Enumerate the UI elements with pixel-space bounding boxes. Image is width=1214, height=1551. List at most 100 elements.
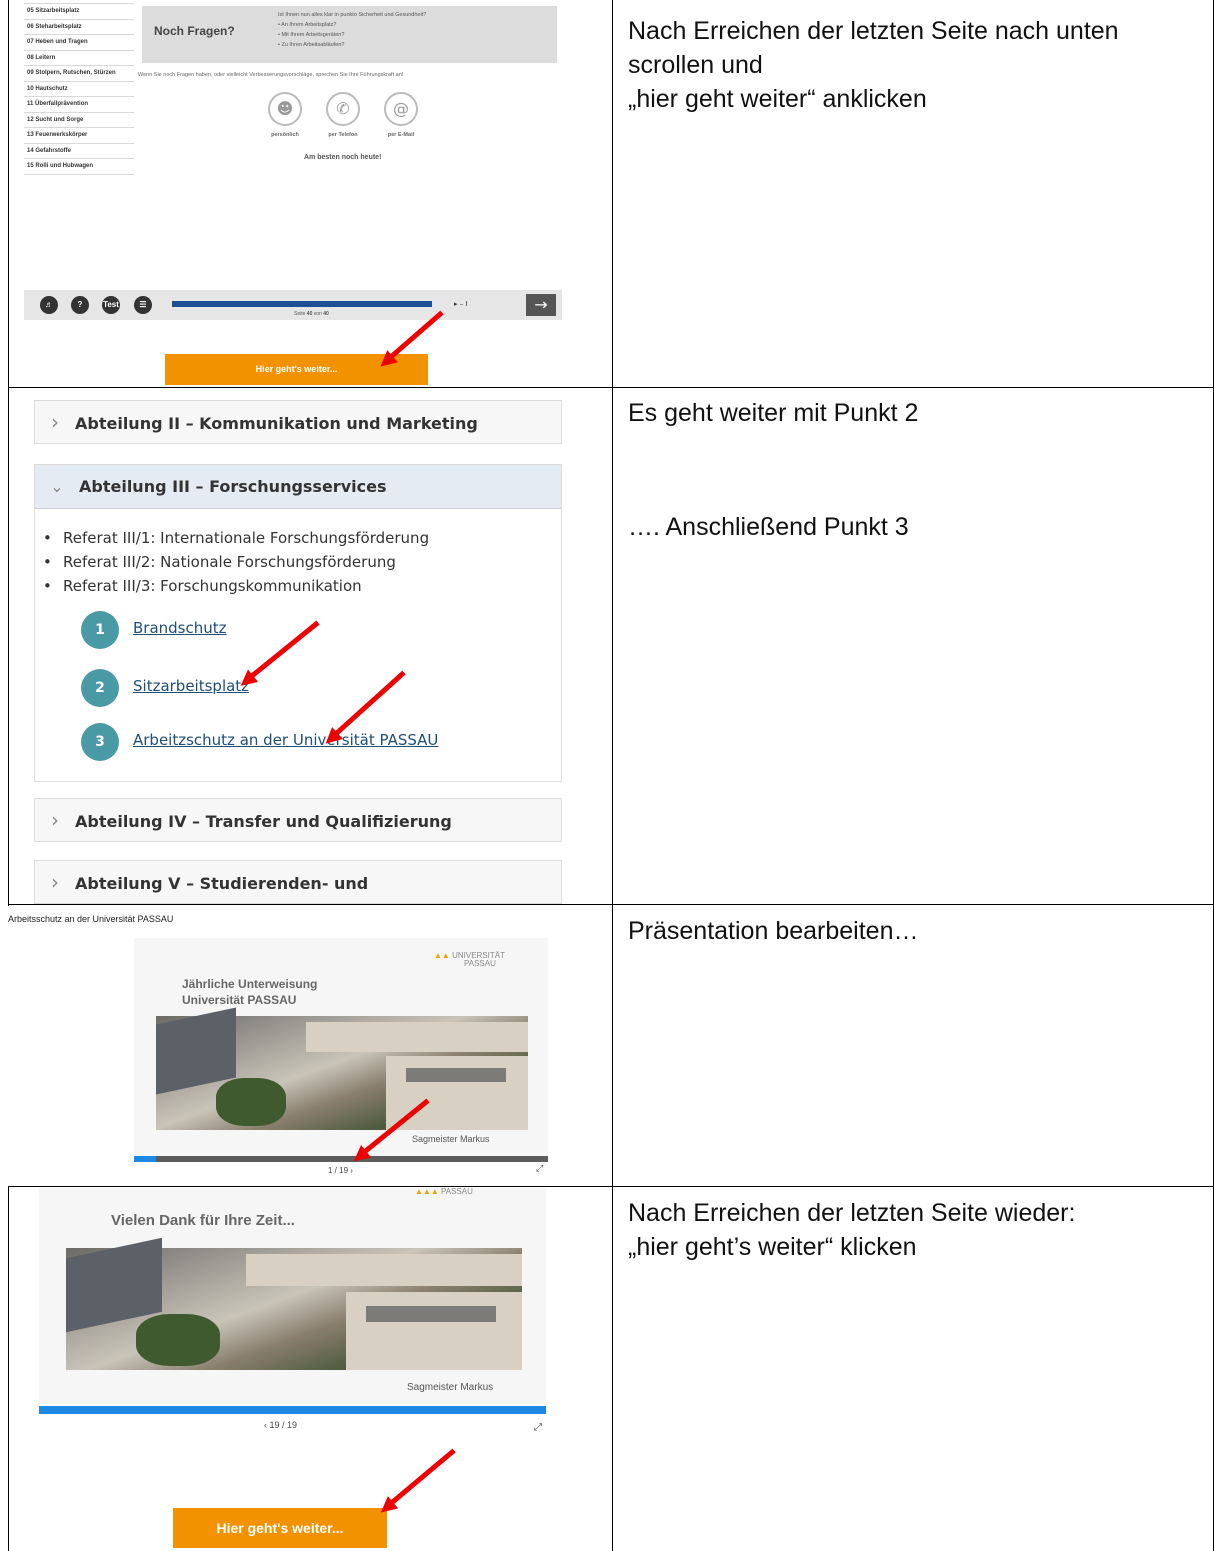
note-line: „hier geht weiter“ anklicken [628, 85, 927, 113]
row-divider-3 [8, 1186, 1214, 1187]
question-line: Ist Ihnen nun alles klar in punkto Siche… [278, 12, 427, 18]
play-icon[interactable]: ▸ – I [454, 300, 468, 308]
slide: ▲▲▲ PASSAU Vielen Dank für Ihre Zeit... … [39, 1188, 546, 1404]
chapter-nav: 05 Sitzarbeitsplatz 06 Steharbeitsplatz … [24, 0, 134, 210]
contact-paragraph: Wenn Sie noch Fragen haben, oder viellei… [138, 72, 404, 78]
step-link-arbeitsschutz[interactable]: Arbeitzschutz an der Universität PASSAU [133, 731, 438, 749]
person-icon: ☻ [268, 92, 302, 126]
author-name: Sagmeister Markus [407, 1382, 494, 1393]
chapter-nav-item[interactable]: 14 Gefahrstoffe [24, 144, 134, 159]
slide-title: Vielen Dank für Ihre Zeit... [111, 1212, 295, 1229]
accordion-label: Abteilung III – Forschungsservices [79, 477, 387, 496]
page-indicator: Seite 40 von 40 [294, 311, 329, 317]
accordion-abteilung-2[interactable]: › Abteilung II – Kommunikation und Market… [34, 400, 562, 444]
question-line: • An Ihrem Arbeitsplatz? [278, 22, 337, 28]
instruction-note-1: Nach Erreichen der letzten Seite nach un… [628, 14, 1188, 116]
questions-list: Ist Ihnen nun alles klar in punkto Siche… [278, 10, 426, 50]
campus-photo [66, 1237, 522, 1370]
chapter-nav-item[interactable]: 10 Hautschutz [24, 82, 134, 97]
instruction-note-3: Präsentation bearbeiten… [628, 917, 919, 945]
step-number: 3 [81, 723, 119, 761]
slide: ▲▲ UNIVERSITÄT PASSAU Jährliche Unterweis… [134, 938, 548, 1156]
note-line: scrollen und [628, 51, 763, 79]
slide-title: Jährliche Unterweisung Universität PASSAU [182, 976, 317, 1008]
screenshot-presentation-end: ▲▲▲ PASSAU Vielen Dank für Ihre Zeit... … [24, 1188, 562, 1550]
note-line: „hier geht’s weiter“ klicken [628, 1233, 917, 1261]
chapter-nav-item[interactable]: 08 Leitern [24, 51, 134, 66]
chapter-nav-item[interactable]: 05 Sitzarbeitsplatz [24, 4, 134, 20]
step-number: 1 [81, 611, 119, 649]
page-total: 40 [323, 311, 329, 317]
instruction-note-2b: …. Anschließend Punkt 3 [628, 513, 909, 541]
chevron-right-icon: › [51, 870, 59, 894]
chapter-nav-item[interactable]: 06 Steharbeitsplatz [24, 20, 134, 35]
campus-photo [156, 1007, 528, 1130]
step-number: 2 [81, 669, 119, 707]
course-progress-bar [172, 301, 432, 307]
questions-box: Noch Fragen? Ist Ihnen nun alles klar in… [142, 6, 557, 63]
step-link-brandschutz[interactable]: Brandschutz [133, 619, 227, 637]
contact-label: per E-Mail [387, 132, 415, 138]
questions-heading: Noch Fragen? [154, 24, 235, 38]
question-line: • Zu Ihren Arbeitsabläufen? [278, 42, 345, 48]
accordion-label: Abteilung IV – Transfer und Qualifizieru… [75, 812, 452, 831]
slide-progress-fill [134, 1156, 156, 1162]
chapter-nav-item[interactable]: 15 Rolli und Hubwagen [24, 159, 134, 175]
fullscreen-icon[interactable]: ⤢ [536, 1164, 543, 1174]
accordion-abteilung-3: ⌄ Abteilung III – Forschungsservices Refe… [34, 464, 562, 782]
accordion-header-open[interactable]: ⌄ Abteilung III – Forschungsservices [35, 465, 561, 509]
chapter-nav-item[interactable]: 13 Feuerwerkskörper [24, 128, 134, 144]
instruction-note-4: Nach Erreichen der letzten Seite wieder:… [628, 1196, 1188, 1264]
chapter-nav-item[interactable]: 07 Heben und Tragen [24, 35, 134, 51]
slide-counter[interactable]: 1 / 19 › [328, 1166, 353, 1175]
referat-item: Referat III/2: Nationale Forschungsförde… [43, 553, 396, 571]
presentation-title: Arbeitsschutz an der Universität PASSAU [8, 914, 174, 924]
chapter-nav-item[interactable]: 11 Überfallprävention [24, 97, 134, 113]
accordion-abteilung-5[interactable]: › Abteilung V – Studierenden- und Rechtsa… [34, 860, 562, 904]
instruction-note-2a: Es geht weiter mit Punkt 2 [628, 399, 919, 427]
continue-button[interactable]: Hier geht's weiter... [173, 1508, 387, 1548]
help-icon[interactable]: ? [71, 296, 89, 314]
question-line: • Mit Ihrem Arbeitsgeräten? [278, 32, 345, 38]
accordion-label: Abteilung V – Studierenden- und Rechtsan… [75, 874, 369, 893]
university-logo: ▲▲ UNIVERSITÄT PASSAU [434, 951, 505, 968]
fullscreen-icon[interactable]: ⤢ [534, 1422, 542, 1433]
chapter-nav-item[interactable]: 09 Stolpern, Rutschen, Stürzen [24, 66, 134, 82]
closing-text: Am besten noch heute! [304, 154, 382, 161]
slide-progress-fill[interactable] [39, 1406, 546, 1414]
note-line: Nach Erreichen der letzten Seite wieder: [628, 1199, 1076, 1227]
logo-text: PASSAU [464, 959, 496, 968]
screenshot-accordion: › Abteilung II – Kommunikation und Market… [24, 388, 562, 904]
document-page: 05 Sitzarbeitsplatz 06 Steharbeitsplatz … [8, 0, 1214, 1551]
contact-label: per Telefon [328, 132, 358, 138]
step-link-sitzarbeitsplatz[interactable]: Sitzarbeitsplatz [133, 677, 249, 695]
logo-text: PASSAU [441, 1188, 473, 1196]
referat-item: Referat III/3: Forschungskommunikation [43, 577, 362, 595]
slide-counter[interactable]: ‹ 19 / 19 [264, 1420, 297, 1430]
chevron-down-icon: ⌄ [50, 477, 64, 496]
row-divider-2 [8, 904, 1214, 905]
email-icon: @ [384, 92, 418, 126]
slide-progress-track[interactable] [134, 1156, 548, 1162]
contact-label: persönlich [271, 132, 299, 138]
phone-icon: ✆ [326, 92, 360, 126]
accordion-abteilung-4[interactable]: › Abteilung IV – Transfer und Qualifizier… [34, 798, 562, 842]
screenshot-presentation-start: Arbeitsschutz an der Universität PASSAU … [8, 906, 568, 1186]
slide-title-line: Universität PASSAU [182, 993, 297, 1007]
chevron-right-icon: › [51, 410, 59, 434]
accordion-label: Abteilung II – Kommunikation und Marketi… [75, 414, 478, 433]
page-sep: von [312, 311, 324, 317]
table-border-left [8, 0, 9, 1551]
page-prefix: Seite [294, 311, 307, 317]
notes-icon[interactable]: ☰ [134, 296, 152, 314]
referat-item: Referat III/1: Internationale Forschungs… [43, 529, 429, 547]
chevron-right-icon: › [51, 808, 59, 832]
note-line: Nach Erreichen der letzten Seite nach un… [628, 17, 1119, 45]
university-logo: ▲▲▲ PASSAU [415, 1188, 473, 1196]
author-name: Sagmeister Markus [412, 1134, 490, 1144]
chapter-nav-item[interactable]: 12 Sucht und Sorge [24, 113, 134, 128]
next-arrow-button[interactable]: → [526, 294, 556, 316]
audio-icon[interactable]: ♬ [40, 296, 58, 314]
test-button[interactable]: Test [102, 296, 120, 314]
screenshot-course-end: 05 Sitzarbeitsplatz 06 Steharbeitsplatz … [24, 0, 562, 386]
